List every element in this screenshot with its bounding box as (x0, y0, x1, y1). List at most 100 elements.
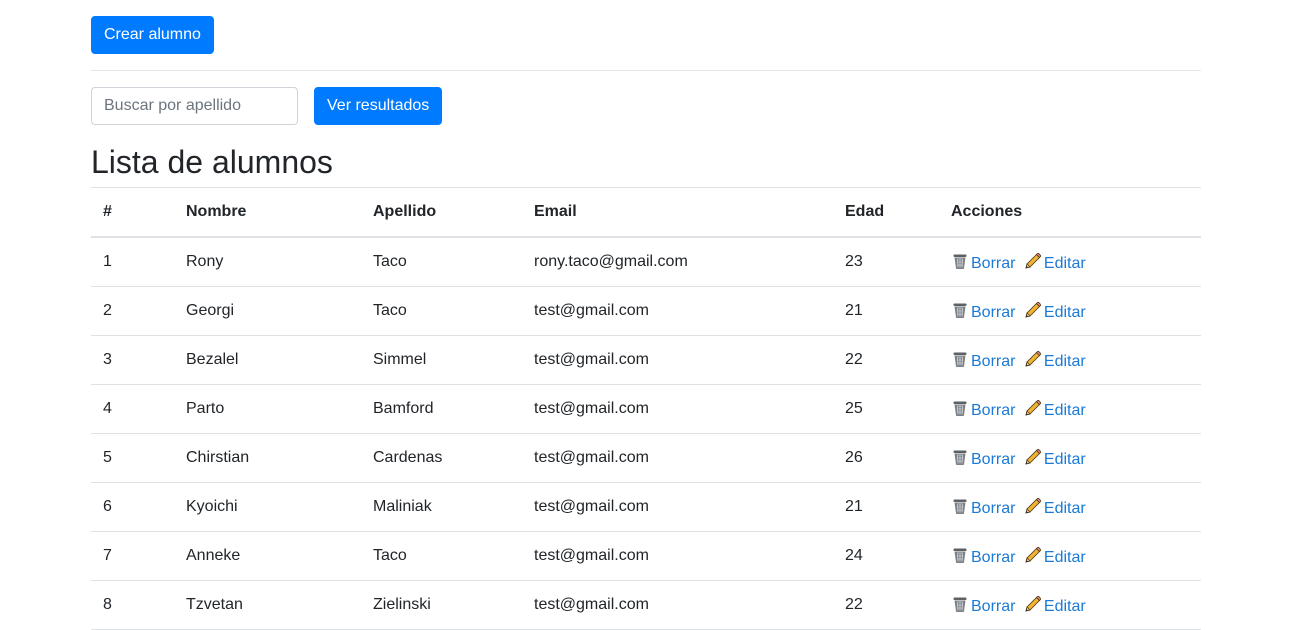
table-header-row: # Nombre Apellido Email Edad Acciones (91, 187, 1201, 238)
header-acciones: Acciones (939, 187, 1201, 238)
wastebasket-icon (953, 499, 967, 514)
pencil-icon (1025, 350, 1042, 367)
delete-link[interactable]: Borrar (951, 450, 1015, 468)
delete-label: Borrar (971, 548, 1016, 566)
cell-acciones: Borrar Editar (939, 384, 1201, 434)
cell-number: 3 (91, 335, 174, 385)
table-row: 1 Rony Taco rony.taco@gmail.com 23 Borra… (91, 236, 1201, 287)
edit-link[interactable]: Editar (1024, 399, 1086, 419)
cell-edad: 21 (833, 286, 939, 336)
cell-email: test@gmail.com (522, 335, 833, 385)
cell-number: 4 (91, 384, 174, 434)
delete-label: Borrar (971, 254, 1016, 272)
cell-apellido: Bamford (361, 384, 522, 434)
edit-link[interactable]: Editar (1024, 497, 1086, 517)
edit-label: Editar (1043, 548, 1086, 566)
header-number: # (91, 187, 174, 238)
cell-email: rony.taco@gmail.com (522, 236, 833, 287)
edit-label: Editar (1043, 401, 1086, 419)
edit-link[interactable]: Editar (1024, 595, 1086, 615)
header-nombre: Nombre (174, 187, 361, 238)
delete-link[interactable]: Borrar (951, 597, 1016, 615)
wastebasket-icon (953, 597, 967, 612)
header-edad: Edad (833, 187, 939, 238)
edit-label: Editar (1043, 352, 1086, 370)
delete-link[interactable]: Borrar (951, 254, 1016, 272)
cell-email: test@gmail.com (522, 433, 833, 483)
delete-label: Borrar (971, 499, 1016, 517)
cell-apellido: Cardenas (361, 433, 522, 483)
delete-label: Borrar (971, 401, 1016, 419)
cell-apellido: Simmel (361, 335, 522, 385)
cell-nombre: Rony (174, 236, 361, 287)
edit-label: Editar (1043, 499, 1086, 517)
delete-link[interactable]: Borrar (951, 352, 1015, 370)
cell-nombre: Bezalel (174, 335, 361, 385)
pencil-icon (1025, 595, 1042, 612)
cell-email: test@gmail.com (522, 580, 833, 630)
header-apellido: Apellido (361, 187, 522, 238)
edit-link[interactable]: Editar (1024, 350, 1086, 370)
pencil-icon (1025, 301, 1042, 318)
wastebasket-icon (953, 548, 967, 563)
delete-link[interactable]: Borrar (951, 303, 1016, 321)
table-row: 6 Kyoichi Maliniak test@gmail.com 21 Bor… (91, 482, 1201, 532)
wastebasket-icon (953, 303, 967, 318)
edit-label: Editar (1043, 303, 1086, 321)
table-row: 2 Georgi Taco test@gmail.com 21 Borrar E… (91, 286, 1201, 336)
wastebasket-icon (953, 401, 967, 416)
cell-number: 5 (91, 433, 174, 483)
edit-link[interactable]: Editar (1024, 252, 1086, 272)
edit-link[interactable]: Editar (1024, 448, 1086, 468)
cell-email: test@gmail.com (522, 482, 833, 532)
cell-apellido: Taco (361, 236, 522, 287)
view-results-button[interactable]: Ver resultados (314, 87, 443, 125)
delete-link[interactable]: Borrar (951, 499, 1016, 517)
edit-label: Editar (1043, 597, 1086, 615)
page-title: Lista de alumnos (91, 144, 333, 180)
cell-acciones: Borrar Editar (939, 482, 1201, 532)
delete-link[interactable]: Borrar (951, 548, 1016, 566)
cell-edad: 22 (833, 580, 939, 630)
cell-acciones: Borrar Editar (939, 531, 1201, 581)
cell-apellido: Taco (361, 531, 522, 581)
edit-label: Editar (1043, 254, 1086, 272)
pencil-icon (1025, 252, 1042, 269)
delete-label: Borrar (971, 303, 1016, 321)
create-student-button[interactable]: Crear alumno (91, 16, 214, 54)
cell-acciones: Borrar Editar (939, 236, 1201, 287)
cell-edad: 26 (833, 433, 939, 483)
table-row: 5 Chirstian Cardenas test@gmail.com 26 B… (91, 433, 1201, 483)
cell-nombre: Anneke (174, 531, 361, 581)
cell-acciones: Borrar Editar (939, 335, 1201, 385)
edit-link[interactable]: Editar (1024, 301, 1086, 321)
cell-edad: 22 (833, 335, 939, 385)
cell-apellido: Maliniak (361, 482, 522, 532)
cell-edad: 23 (833, 236, 939, 287)
cell-number: 6 (91, 482, 174, 532)
cell-acciones: Borrar Editar (939, 286, 1201, 336)
cell-email: test@gmail.com (522, 286, 833, 336)
cell-edad: 24 (833, 531, 939, 581)
cell-number: 7 (91, 531, 174, 581)
cell-email: test@gmail.com (522, 531, 833, 581)
cell-nombre: Parto (174, 384, 361, 434)
table-row: 4 Parto Bamford test@gmail.com 25 Borrar… (91, 384, 1201, 434)
cell-acciones: Borrar Editar (939, 580, 1201, 630)
search-lastname-input[interactable] (91, 87, 298, 125)
pencil-icon (1025, 546, 1042, 563)
cell-nombre: Tzvetan (174, 580, 361, 630)
cell-apellido: Zielinski (361, 580, 522, 630)
delete-label: Borrar (971, 597, 1016, 615)
cell-nombre: Kyoichi (174, 482, 361, 532)
edit-link[interactable]: Editar (1024, 546, 1086, 566)
pencil-icon (1025, 399, 1042, 416)
cell-acciones: Borrar Editar (939, 433, 1201, 483)
table-row: 8 Tzvetan Zielinski test@gmail.com 22 Bo… (91, 580, 1201, 630)
cell-edad: 25 (833, 384, 939, 434)
edit-label: Editar (1043, 450, 1086, 468)
wastebasket-icon (953, 352, 967, 367)
cell-number: 8 (91, 580, 174, 630)
delete-link[interactable]: Borrar (951, 401, 1016, 419)
wastebasket-icon (953, 254, 967, 269)
